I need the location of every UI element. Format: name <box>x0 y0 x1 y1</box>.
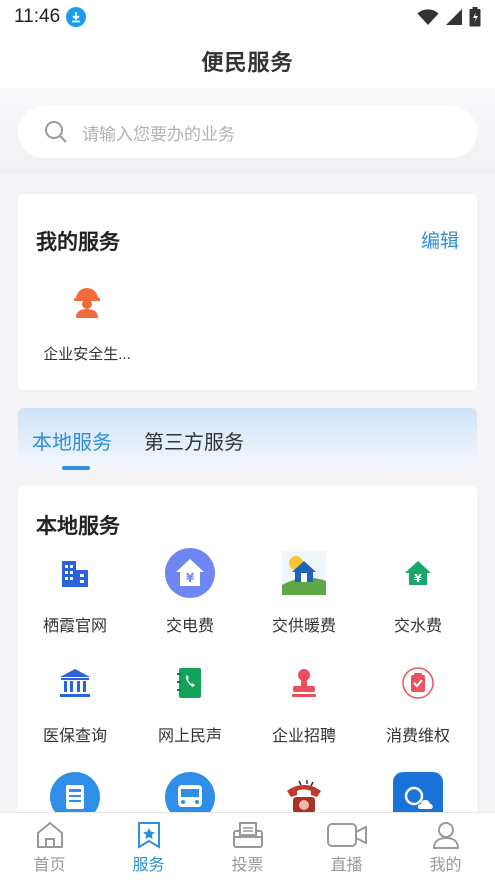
clipboard-check-icon <box>393 658 443 708</box>
service-label: 栖霞官网 <box>42 618 107 635</box>
service-tabs: 本地服务 第三方服务 <box>18 408 477 470</box>
nav-label: 服务 <box>132 857 165 874</box>
service-item-medical-insurance[interactable]: 医保查询 <box>18 658 132 746</box>
app-header: 便民服务 <box>0 34 495 88</box>
bottom-nav: 首页 服务 投票 直播 我的 <box>0 812 495 880</box>
battery-icon <box>469 7 481 27</box>
service-label: 网上民声 <box>157 728 222 745</box>
building-icon <box>50 548 100 598</box>
service-label: 企业招聘 <box>271 728 336 745</box>
my-services-card: 我的服务 编辑 企业安全生... <box>18 194 477 390</box>
my-service-item[interactable]: 企业安全生... <box>32 286 142 364</box>
service-item-water-fee[interactable]: ¥ 交水费 <box>361 548 475 636</box>
svg-text:¥: ¥ <box>414 572 422 585</box>
stamp-icon <box>279 658 329 708</box>
page-title: 便民服务 <box>201 50 294 75</box>
my-services-title: 我的服务 <box>36 231 120 254</box>
nav-mine[interactable]: 我的 <box>396 813 495 880</box>
electricity-fee-icon: ¥ <box>165 548 215 598</box>
search-placeholder: 请输入您要办的业务 <box>82 124 235 144</box>
service-item-consumer-rights[interactable]: 消费维权 <box>361 658 475 746</box>
tab-third-party-services[interactable]: 第三方服务 <box>144 426 244 455</box>
nav-label: 投票 <box>231 857 264 874</box>
service-label: 消费维权 <box>385 728 450 745</box>
local-services-card: 本地服务 栖霞官网 ¥ 交电费 交供暖费 ¥ 交水费 医保查询 网上民声 企业招… <box>18 486 477 826</box>
search-icon <box>45 121 67 143</box>
service-label: 医保查询 <box>42 728 107 745</box>
nav-vote[interactable]: 投票 <box>198 813 297 880</box>
svg-text:¥: ¥ <box>186 571 195 585</box>
nav-service[interactable]: 服务 <box>99 813 198 880</box>
tab-local-services[interactable]: 本地服务 <box>32 426 112 455</box>
download-icon <box>66 7 87 27</box>
search-area: 请输入您要办的业务 <box>0 88 495 174</box>
nav-home[interactable]: 首页 <box>0 813 99 880</box>
edit-button[interactable]: 编辑 <box>421 226 459 253</box>
service-item-online-voice[interactable]: 网上民声 <box>133 658 247 746</box>
service-item-recruitment[interactable]: 企业招聘 <box>247 658 361 746</box>
bank-icon <box>50 658 100 708</box>
search-input[interactable]: 请输入您要办的业务 <box>18 106 477 158</box>
vote-box-icon <box>232 822 263 848</box>
phone-book-icon <box>165 658 215 708</box>
service-item-heating-fee[interactable]: 交供暖费 <box>247 548 361 636</box>
local-services-title: 本地服务 <box>36 515 120 538</box>
service-label: 交电费 <box>165 618 214 635</box>
service-bookmark-icon <box>137 822 160 849</box>
service-label: 交供暖费 <box>271 618 336 635</box>
wifi-icon <box>417 9 439 25</box>
signal-icon <box>446 9 462 25</box>
home-icon <box>36 821 63 848</box>
status-bar: 11:46 <box>0 0 495 34</box>
service-item-qixia-website[interactable]: 栖霞官网 <box>18 548 132 636</box>
user-icon <box>432 822 459 849</box>
nav-label: 直播 <box>330 857 363 874</box>
nav-label: 首页 <box>33 857 66 874</box>
video-camera-icon <box>326 823 367 847</box>
nav-label: 我的 <box>429 857 462 874</box>
active-tab-indicator <box>62 466 90 470</box>
heating-fee-icon <box>279 548 329 598</box>
water-fee-icon: ¥ <box>393 548 443 598</box>
service-item-electricity-fee[interactable]: ¥ 交电费 <box>133 548 247 636</box>
status-time: 11:46 <box>14 6 61 27</box>
my-service-label: 企业安全生... <box>43 346 131 363</box>
worker-icon <box>73 286 101 323</box>
nav-live[interactable]: 直播 <box>297 813 396 880</box>
service-label: 交水费 <box>393 618 442 635</box>
